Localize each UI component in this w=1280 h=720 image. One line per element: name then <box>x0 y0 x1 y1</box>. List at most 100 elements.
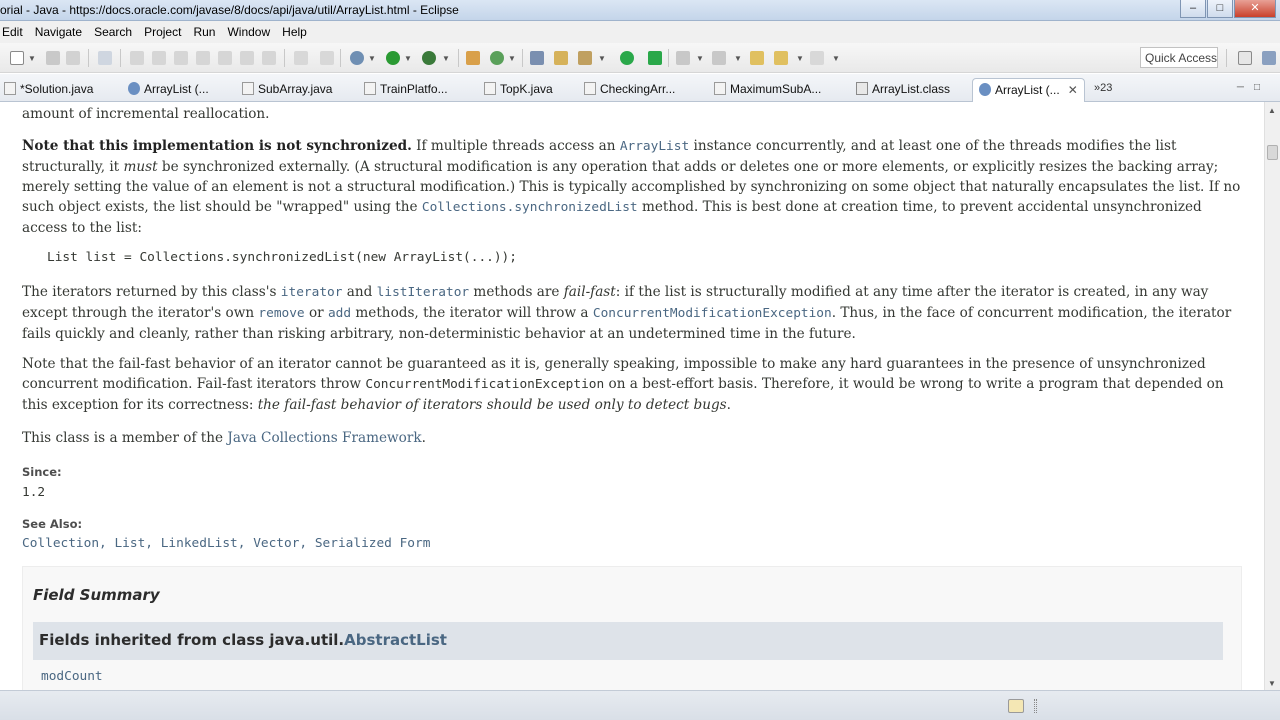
new-class-dropdown-icon[interactable]: ▼ <box>508 54 516 63</box>
forward-dropdown-icon[interactable]: ▼ <box>832 54 840 63</box>
new-java-project-icon[interactable] <box>466 51 480 65</box>
open-task-icon[interactable] <box>554 51 568 65</box>
java-file-icon <box>4 82 16 95</box>
skip-breakpoints-icon[interactable] <box>98 51 112 65</box>
minimize-view-icon[interactable]: ─ <box>1237 82 1254 93</box>
save-all-icon[interactable] <box>66 51 80 65</box>
menu-run[interactable]: Run <box>187 25 221 39</box>
search-icon[interactable] <box>578 51 592 65</box>
menu-bar: Edit Navigate Search Project Run Window … <box>0 21 1280 43</box>
step-over-icon[interactable] <box>240 51 254 65</box>
new-icon[interactable] <box>10 51 24 65</box>
java-file-icon <box>714 82 726 95</box>
java-file-icon <box>484 82 496 95</box>
doc-paragraph-fail-fast-guarantee: Note that the fail-fast behavior of an i… <box>22 356 1224 413</box>
status-separator <box>1034 699 1037 713</box>
menu-window[interactable]: Window <box>221 25 276 39</box>
browser-icon <box>128 82 140 95</box>
tab-overflow-button[interactable]: »23 <box>1094 82 1112 94</box>
modcount-link[interactable]: modCount <box>41 667 103 687</box>
close-button[interactable]: ✕ <box>1234 0 1276 18</box>
title-bar: orial - Java - https://docs.oracle.com/j… <box>0 0 1280 21</box>
search-dropdown-icon[interactable]: ▼ <box>598 54 606 63</box>
tab-arraylist-browser-active[interactable]: ArrayList (... ✕ <box>972 78 1085 102</box>
terminate-icon[interactable] <box>174 51 188 65</box>
tab-arraylist-browser-1[interactable]: ArrayList (... <box>128 78 209 102</box>
menu-navigate[interactable]: Navigate <box>29 25 88 39</box>
minimize-button[interactable]: – <box>1180 0 1206 18</box>
back-dropdown-icon[interactable]: ▼ <box>796 54 804 63</box>
see-also-link[interactable]: Collection <box>22 536 99 551</box>
window-controls: – □ ✕ <box>1179 0 1276 19</box>
scroll-down-icon[interactable]: ▼ <box>1268 679 1276 688</box>
green-circle-icon[interactable] <box>620 51 634 65</box>
java-file-icon <box>584 82 596 95</box>
javadoc-browser-content[interactable]: amount of incremental reallocation. Note… <box>0 102 1264 690</box>
disconnect-icon[interactable] <box>196 51 210 65</box>
see-also-label: See Also: <box>22 517 83 531</box>
quick-access-input[interactable]: Quick Access <box>1140 47 1218 68</box>
resume-icon[interactable] <box>130 51 144 65</box>
tab-trainplatform-java[interactable]: TrainPlatfo... <box>364 78 448 102</box>
annotation-dropdown-icon[interactable]: ▼ <box>696 54 704 63</box>
editor-view-controls: ─□ <box>1237 82 1270 93</box>
close-icon[interactable]: ✕ <box>1068 83 1078 97</box>
menu-help[interactable]: Help <box>276 25 313 39</box>
doc-paragraph-synchronization: Note that this implementation is not syn… <box>22 138 1241 236</box>
save-icon[interactable] <box>46 51 60 65</box>
new-java-class-icon[interactable] <box>490 51 504 65</box>
drop-to-frame-icon[interactable] <box>294 51 308 65</box>
collections-framework-link[interactable]: Java Collections Framework <box>227 430 421 446</box>
scrollbar-thumb[interactable] <box>1267 145 1278 160</box>
debug-dropdown-icon[interactable]: ▼ <box>368 54 376 63</box>
maximize-button[interactable]: □ <box>1207 0 1233 18</box>
scroll-up-icon[interactable]: ▲ <box>1268 106 1276 115</box>
see-also-link[interactable]: List <box>114 536 145 551</box>
since-label: Since: <box>22 465 62 479</box>
suspend-icon[interactable] <box>152 51 166 65</box>
abstractlist-link[interactable]: AbstractList <box>344 631 447 649</box>
java-file-icon <box>364 82 376 95</box>
run-dropdown-icon[interactable]: ▼ <box>404 54 412 63</box>
debug-icon[interactable] <box>350 51 364 65</box>
field-summary-title: Field Summary <box>33 586 160 604</box>
doc-paragraph-collections-framework: This class is a member of the Java Colle… <box>22 430 426 446</box>
external-tools-dropdown-icon[interactable]: ▼ <box>442 54 450 63</box>
tab-arraylist-class[interactable]: ArrayList.class <box>856 78 950 102</box>
back-icon[interactable] <box>774 51 788 65</box>
doc-paragraph-fail-fast: The iterators returned by this class's i… <box>22 284 1232 342</box>
step-return-icon[interactable] <box>262 51 276 65</box>
last-edit-icon[interactable] <box>750 51 764 65</box>
new-dropdown-icon[interactable]: ▼ <box>28 54 36 63</box>
next-annotation-dropdown-icon[interactable]: ▼ <box>734 54 742 63</box>
tab-topk-java[interactable]: TopK.java <box>484 78 553 102</box>
use-step-filters-icon[interactable] <box>320 51 334 65</box>
menu-search[interactable]: Search <box>88 25 138 39</box>
annotation-icon[interactable] <box>676 51 690 65</box>
tab-maximumsuba-java[interactable]: MaximumSubA... <box>714 78 821 102</box>
tab-solution-java[interactable]: *Solution.java <box>4 78 93 102</box>
field-summary-section: Field Summary Fields inherited from clas… <box>22 566 1242 690</box>
see-also-link[interactable]: Serialized Form <box>315 536 431 551</box>
step-into-icon[interactable] <box>218 51 232 65</box>
status-bar <box>0 690 1280 720</box>
green-square-icon[interactable] <box>648 51 662 65</box>
vertical-scrollbar[interactable]: ▲ ▼ <box>1264 102 1280 690</box>
see-also-link[interactable]: LinkedList <box>161 536 238 551</box>
progress-icon[interactable] <box>1008 699 1024 713</box>
see-also-links: Collection, List, LinkedList, Vector, Se… <box>22 536 431 551</box>
see-also-link[interactable]: Vector <box>253 536 299 551</box>
maximize-view-icon[interactable]: □ <box>1254 82 1270 93</box>
open-perspective-icon[interactable] <box>1238 51 1252 65</box>
open-type-icon[interactable] <box>530 51 544 65</box>
forward-icon[interactable] <box>810 51 824 65</box>
external-tools-icon[interactable] <box>422 51 436 65</box>
menu-project[interactable]: Project <box>138 25 187 39</box>
tab-subarray-java[interactable]: SubArray.java <box>242 78 332 102</box>
run-icon[interactable] <box>386 51 400 65</box>
tab-checkingarr-java[interactable]: CheckingArr... <box>584 78 675 102</box>
next-annotation-icon[interactable] <box>712 51 726 65</box>
java-perspective-icon[interactable] <box>1262 51 1276 65</box>
browser-icon <box>979 83 991 96</box>
menu-edit[interactable]: Edit <box>0 25 29 39</box>
